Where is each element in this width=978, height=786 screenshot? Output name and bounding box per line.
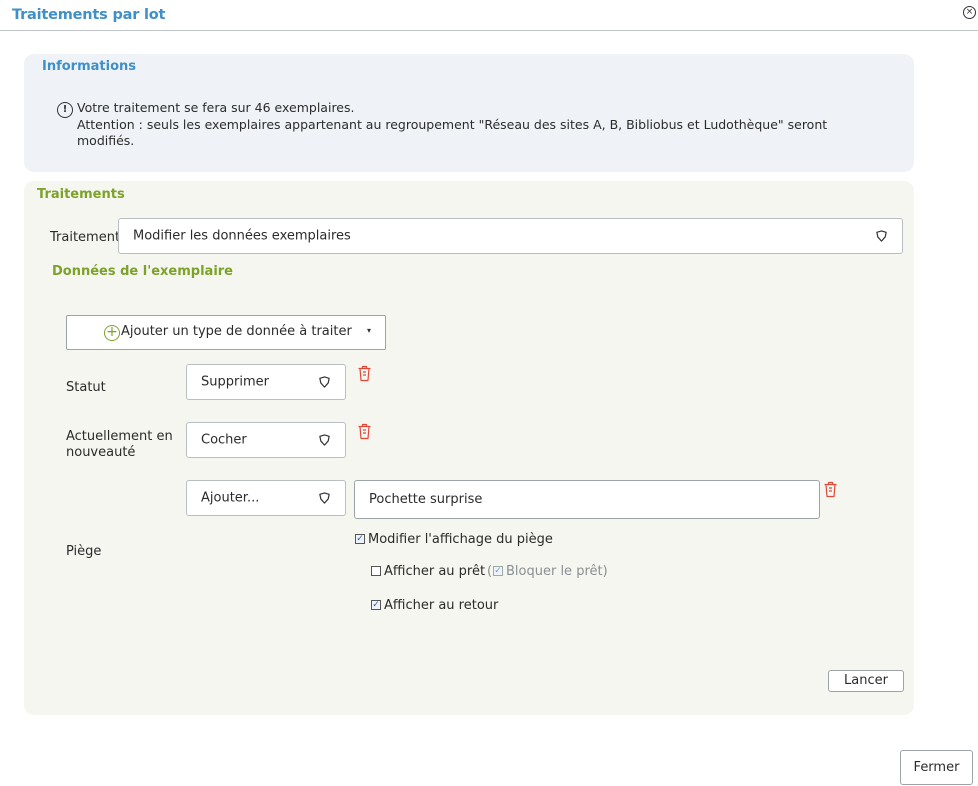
shield-chevron-icon bbox=[319, 376, 330, 388]
nouveaute-select-value: Cocher bbox=[201, 432, 247, 448]
treatment-select[interactable]: Modifier les données exemplaires bbox=[118, 218, 903, 254]
dialog-title: Traitements par lot bbox=[12, 7, 166, 23]
modify-display-checkbox[interactable]: ✓ bbox=[355, 534, 365, 544]
launch-button[interactable]: Lancer bbox=[828, 670, 904, 692]
piege-text-input[interactable] bbox=[354, 480, 820, 519]
block-loan-paren: ( bbox=[487, 564, 493, 579]
treatment-select-value: Modifier les données exemplaires bbox=[133, 228, 351, 244]
block-loan-checkbox: ✓ bbox=[493, 566, 503, 576]
info-line-count: Votre traitement se fera sur 46 exemplai… bbox=[77, 100, 355, 115]
plus-circle-icon: + bbox=[104, 325, 120, 341]
piege-label: Piège bbox=[66, 544, 102, 559]
close-dialog-button[interactable]: Fermer bbox=[900, 750, 973, 785]
block-loan-label: Bloquer le prêt) bbox=[506, 564, 608, 579]
show-on-return-label: Afficher au retour bbox=[384, 598, 499, 613]
piege-action-value: Ajouter... bbox=[201, 490, 260, 506]
treatment-label: Traitement bbox=[50, 230, 121, 245]
caret-down-icon: ▾ bbox=[367, 326, 372, 335]
statut-select[interactable]: Supprimer bbox=[186, 364, 346, 400]
shield-chevron-icon bbox=[319, 434, 330, 446]
info-icon: ! bbox=[57, 102, 73, 118]
statut-select-value: Supprimer bbox=[201, 374, 269, 390]
traitements-heading: Traitements bbox=[37, 187, 125, 202]
modify-display-label: Modifier l'affichage du piège bbox=[368, 532, 553, 547]
nouveaute-label: Actuellement en nouveauté bbox=[66, 429, 173, 461]
add-data-type-button[interactable]: + Ajouter un type de donnée à traiter ▾ bbox=[66, 315, 386, 350]
donnees-exemplaire-heading: Données de l'exemplaire bbox=[52, 264, 233, 279]
shield-chevron-icon bbox=[876, 230, 887, 242]
informations-heading: Informations bbox=[42, 59, 137, 74]
add-data-type-label: Ajouter un type de donnée à traiter bbox=[121, 324, 352, 339]
nouveaute-select[interactable]: Cocher bbox=[186, 422, 346, 458]
shield-chevron-icon bbox=[319, 492, 330, 504]
info-line-warning: Attention : seuls les exemplaires appart… bbox=[77, 116, 828, 149]
show-on-return-checkbox[interactable]: ✓ bbox=[371, 600, 381, 610]
statut-label: Statut bbox=[66, 380, 106, 395]
trash-icon[interactable] bbox=[823, 481, 838, 498]
nouveaute-label-line1: Actuellement en bbox=[66, 429, 173, 444]
show-on-loan-label: Afficher au prêt bbox=[384, 564, 486, 579]
close-icon[interactable]: × bbox=[963, 6, 976, 19]
trash-icon[interactable] bbox=[357, 423, 372, 440]
show-on-loan-checkbox[interactable] bbox=[371, 566, 381, 576]
informations-message: Votre traitement se fera sur 46 exemplai… bbox=[77, 100, 877, 150]
trash-icon[interactable] bbox=[357, 365, 372, 382]
nouveaute-label-line2: nouveauté bbox=[66, 445, 136, 460]
piege-action-select[interactable]: Ajouter... bbox=[186, 480, 346, 516]
